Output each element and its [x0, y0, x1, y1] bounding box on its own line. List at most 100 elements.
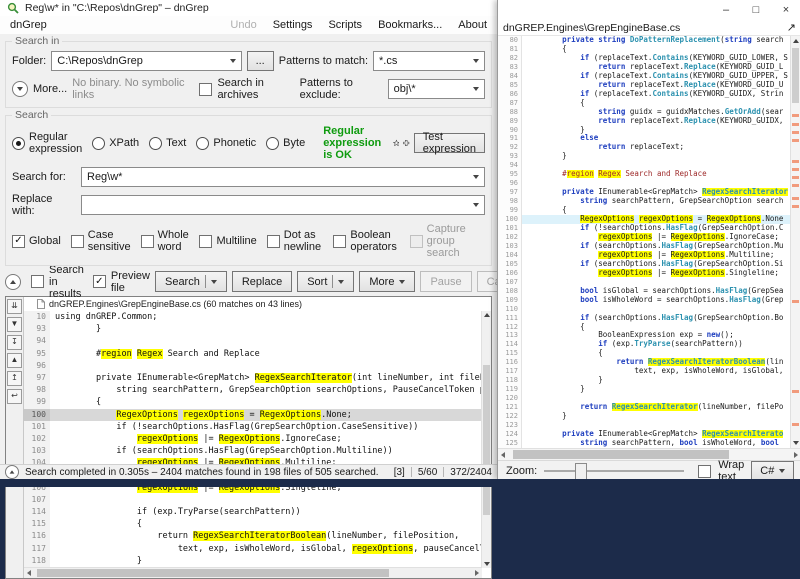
more-expander-icon[interactable]: [12, 81, 28, 97]
code-line-99[interactable]: 99 {: [498, 206, 791, 216]
code-line-107[interactable]: 107: [24, 493, 482, 506]
search-split-caret-icon[interactable]: [210, 279, 217, 284]
scroll-left-icon[interactable]: [501, 451, 505, 458]
code-line-103[interactable]: 103 if (searchOptions.HasFlag(GrepSearch…: [24, 445, 482, 458]
replace-button[interactable]: Replace: [231, 271, 293, 292]
wrap-lines-icon[interactable]: ↩: [7, 389, 22, 404]
more-button[interactable]: More: [359, 271, 416, 292]
syntax-select[interactable]: C#: [751, 461, 795, 481]
search-in-results-checkbox[interactable]: [31, 275, 44, 288]
code-line-114[interactable]: 114 if (exp.TryParse(searchPattern)): [24, 506, 482, 519]
code-line-110[interactable]: 110: [498, 304, 791, 314]
code-line-118[interactable]: 118 }: [498, 376, 791, 386]
code-line-10[interactable]: 10 using dnGREP.Common;: [24, 311, 482, 324]
add-bookmark-plus-icon[interactable]: [403, 136, 410, 150]
collapse-options-icon[interactable]: [5, 273, 21, 290]
code-line-97[interactable]: 97 private IEnumerable<GrepMatch> RegexS…: [24, 371, 482, 385]
code-line-112[interactable]: 112 {: [498, 322, 791, 332]
preview-file-checkbox[interactable]: [92, 275, 106, 288]
code-line-95[interactable]: 95 #region Regex Search and Replace: [498, 170, 791, 180]
code-line-86[interactable]: 86 if (replaceText.Contains(KEYWORD_GUID…: [498, 89, 791, 99]
code-line-82[interactable]: 82 if (replaceText.Contains(KEYWORD_GUID…: [498, 53, 791, 63]
scroll-up-icon[interactable]: [483, 313, 490, 317]
code-line-125[interactable]: 125 string searchPattern, bool isWholeWo…: [498, 438, 791, 448]
whole-word-checkbox[interactable]: [140, 234, 154, 248]
multiline-checkbox[interactable]: [199, 234, 213, 248]
code-line-85[interactable]: 85 return replaceText.Replace(KEYWORD_GU…: [498, 80, 791, 90]
code-line-121[interactable]: 121 return RegexSearchIterator(lineNumbe…: [498, 403, 791, 413]
menu-scripts[interactable]: Scripts: [328, 19, 362, 31]
code-line-117[interactable]: 117 text, exp, isWholeWord, isGlobal,: [498, 367, 791, 377]
code-line-90[interactable]: 90 }: [498, 125, 791, 135]
previous-match-icon[interactable]: ↧: [7, 335, 22, 350]
code-line-97[interactable]: 97 private IEnumerable<GrepMatch> RegexS…: [498, 188, 791, 198]
scroll-down-icon[interactable]: [793, 441, 799, 445]
code-line-100[interactable]: 100 RegexOptions regexOptions = RegexOpt…: [24, 408, 482, 421]
code-line-107[interactable]: 107: [498, 277, 791, 287]
replace-with-combobox[interactable]: [81, 195, 485, 215]
code-line-81[interactable]: 81 {: [498, 44, 791, 54]
code-line-95[interactable]: 95 #region Regex Search and Replace: [24, 347, 482, 360]
code-line-80[interactable]: 80 private string DoPatternReplacement(s…: [498, 36, 791, 45]
search-for-combobox[interactable]: Reg\w*: [81, 167, 485, 187]
radio-xpath[interactable]: [92, 136, 106, 150]
bookmark-star-icon[interactable]: [392, 136, 400, 150]
zoom-slider[interactable]: [544, 463, 685, 481]
code-line-93[interactable]: 93 }: [498, 152, 791, 162]
scrollbar-thumb[interactable]: [483, 364, 490, 515]
code-line-102[interactable]: 102 regexOptions |= RegexOptions.IgnoreC…: [24, 432, 482, 446]
chevron-down-icon[interactable]: [473, 59, 479, 63]
search-in-archives-checkbox[interactable]: [199, 82, 213, 96]
code-line-96[interactable]: 96: [24, 359, 482, 372]
chevron-down-icon[interactable]: [229, 59, 236, 63]
sort-split-caret-icon[interactable]: [338, 279, 345, 284]
code-line-98[interactable]: 98 string searchPattern, GrepSearchOptio…: [24, 384, 482, 397]
code-line-109[interactable]: 109 bool isWholeWord = searchOptions.Has…: [498, 295, 791, 305]
menu-settings[interactable]: Settings: [273, 19, 313, 31]
code-line-111[interactable]: 111 if (searchOptions.HasFlag(GrepSearch…: [498, 313, 791, 323]
code-line-89[interactable]: 89 return replaceText.Replace(KEYWORD_GU…: [498, 116, 791, 126]
code-line-122[interactable]: 122 }: [498, 412, 791, 421]
code-line-115[interactable]: 115 {: [24, 518, 482, 531]
code-line-123[interactable]: 123: [498, 420, 791, 430]
popout-icon[interactable]: ↗: [787, 21, 796, 34]
code-line-88[interactable]: 88 string guidx = guidxMatches.GetOrAdd(…: [498, 107, 791, 117]
chevron-down-icon[interactable]: [473, 175, 479, 179]
code-line-119[interactable]: 119 }: [498, 385, 791, 395]
code-line-106[interactable]: 106 regexOptions |= RegexOptions.Singlel…: [498, 268, 791, 278]
radio-phonetic[interactable]: [196, 136, 210, 150]
code-line-100[interactable]: 100 RegexOptions regexOptions = RegexOpt…: [498, 215, 791, 225]
code-line-92[interactable]: 92 return replaceText;: [498, 143, 791, 153]
code-line-118[interactable]: 118 }: [24, 554, 482, 567]
more-label[interactable]: More...: [33, 83, 67, 95]
code-line-108[interactable]: 108 bool isGlobal = searchOptions.HasFla…: [498, 286, 791, 296]
menu-undo[interactable]: Undo: [230, 19, 256, 31]
minimize-button[interactable]: –: [711, 0, 741, 20]
sort-button[interactable]: Sort: [297, 271, 355, 292]
radio-byte[interactable]: [266, 136, 280, 150]
code-line-116[interactable]: 116 return RegexSearchIteratorBoolean(li…: [498, 358, 791, 368]
code-line-104[interactable]: 104 regexOptions |= RegexOptions.Multili…: [498, 250, 791, 260]
code-line-83[interactable]: 83 return replaceText.Replace(KEYWORD_GU…: [498, 62, 791, 72]
code-line-101[interactable]: 101 if (!searchOptions.HasFlag(GrepSearc…: [24, 420, 482, 433]
global-checkbox[interactable]: [12, 234, 25, 248]
code-line-124[interactable]: 124 private IEnumerable<GrepMatch> Regex…: [498, 429, 791, 439]
results-vertical-scrollbar[interactable]: [481, 311, 491, 568]
code-line-94[interactable]: 94: [24, 335, 482, 348]
code-line-113[interactable]: 113 BooleanExpression exp = new();: [498, 331, 791, 341]
menu-bookmarks[interactable]: Bookmarks...: [378, 19, 442, 31]
results-horizontal-scrollbar[interactable]: [24, 567, 482, 578]
scroll-up-icon[interactable]: [793, 39, 799, 43]
code-line-103[interactable]: 103 if (searchOptions.HasFlag(GrepSearch…: [498, 241, 791, 251]
preview-horizontal-scrollbar[interactable]: [498, 448, 800, 460]
next-file-icon[interactable]: ↥: [7, 371, 22, 386]
scroll-right-icon[interactable]: [794, 451, 798, 458]
dot-as-newline-checkbox[interactable]: [266, 234, 280, 248]
code-line-114[interactable]: 114 if (exp.TryParse(searchPattern)): [498, 340, 791, 350]
folder-combobox[interactable]: C:\Repos\dnGrep: [51, 51, 242, 71]
scroll-right-icon[interactable]: [475, 570, 479, 576]
browse-folder-button[interactable]: ...: [246, 51, 274, 71]
patterns-to-match-combobox[interactable]: *.cs: [373, 51, 485, 71]
code-line-91[interactable]: 91 else: [498, 134, 791, 144]
expand-all-icon[interactable]: ⇊: [7, 299, 22, 314]
